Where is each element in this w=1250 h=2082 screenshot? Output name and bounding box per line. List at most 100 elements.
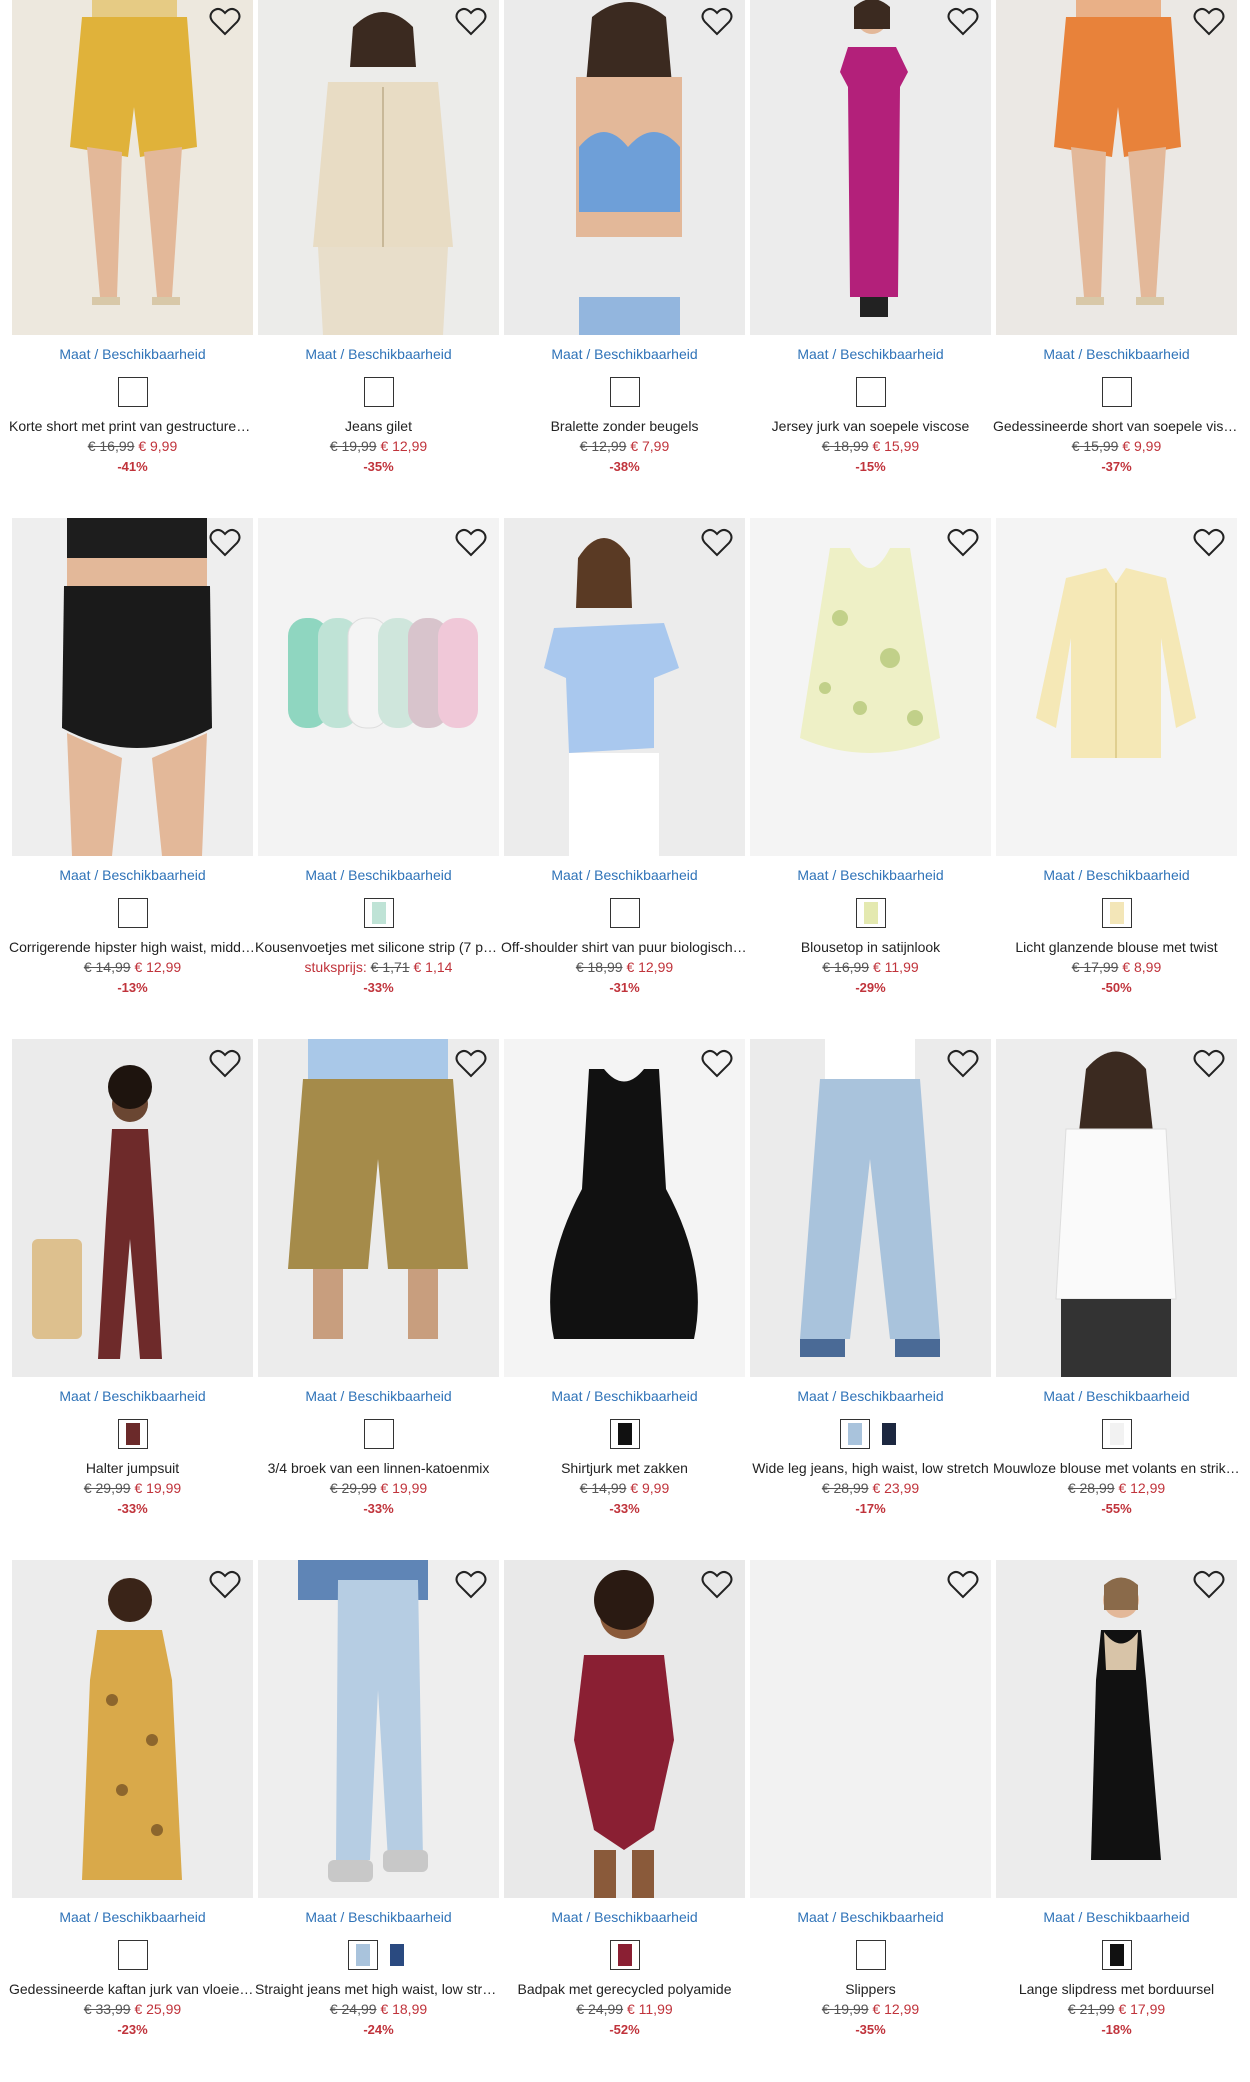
- size-availability-link[interactable]: Maat / Beschikbaarheid: [258, 346, 499, 362]
- product-image[interactable]: [12, 1039, 253, 1377]
- size-availability-link[interactable]: Maat / Beschikbaarheid: [504, 1909, 745, 1925]
- color-swatch[interactable]: [609, 898, 640, 928]
- size-availability-link[interactable]: Maat / Beschikbaarheid: [12, 1909, 253, 1925]
- size-availability-link[interactable]: Maat / Beschikbaarheid: [996, 346, 1237, 362]
- product-name[interactable]: Blousetop in satijnlook: [747, 939, 994, 955]
- product-name[interactable]: Off-shoulder shirt van puur biologisch k…: [501, 939, 748, 955]
- color-swatch[interactable]: [839, 1419, 870, 1449]
- product-name[interactable]: Gedessineerde kaftan jurk van vloeiende …: [9, 1981, 256, 1997]
- wishlist-heart-icon[interactable]: [209, 1570, 241, 1600]
- product-name[interactable]: Korte short met print van gestructureerd…: [9, 418, 256, 434]
- product-card[interactable]: Maat / Beschikbaarheid Kousenvoetjes met …: [255, 518, 502, 1008]
- size-availability-link[interactable]: Maat / Beschikbaarheid: [12, 1388, 253, 1404]
- wishlist-heart-icon[interactable]: [947, 1570, 979, 1600]
- color-swatch[interactable]: [855, 1940, 886, 1970]
- product-name[interactable]: Jersey jurk van soepele viscose: [747, 418, 994, 434]
- size-availability-link[interactable]: Maat / Beschikbaarheid: [750, 1388, 991, 1404]
- product-image[interactable]: [996, 518, 1237, 856]
- product-card[interactable]: Maat / Beschikbaarheid Blousetop in satij…: [750, 518, 991, 1008]
- size-availability-link[interactable]: Maat / Beschikbaarheid: [750, 1909, 991, 1925]
- product-name[interactable]: Wide leg jeans, high waist, low stretch: [747, 1460, 994, 1476]
- product-image[interactable]: [996, 1039, 1237, 1377]
- size-availability-link[interactable]: Maat / Beschikbaarheid: [258, 867, 499, 883]
- color-swatch[interactable]: [363, 1419, 394, 1449]
- product-card[interactable]: Maat / Beschikbaarheid Jeans gilet € 19,99…: [258, 0, 499, 487]
- product-card[interactable]: Maat / Beschikbaarheid Shirtjurk met zakk…: [504, 1039, 745, 1529]
- product-image[interactable]: [12, 0, 253, 335]
- color-swatch[interactable]: [609, 377, 640, 407]
- size-availability-link[interactable]: Maat / Beschikbaarheid: [750, 346, 991, 362]
- size-availability-link[interactable]: Maat / Beschikbaarheid: [504, 867, 745, 883]
- wishlist-heart-icon[interactable]: [947, 1049, 979, 1079]
- color-swatch[interactable]: [609, 1940, 640, 1970]
- product-name[interactable]: Corrigerende hipster high waist, middels…: [9, 939, 256, 955]
- product-name[interactable]: Gedessineerde short van soepele viscose: [993, 418, 1240, 434]
- wishlist-heart-icon[interactable]: [947, 528, 979, 558]
- size-availability-link[interactable]: Maat / Beschikbaarheid: [750, 867, 991, 883]
- size-availability-link[interactable]: Maat / Beschikbaarheid: [504, 1388, 745, 1404]
- product-card[interactable]: Maat / Beschikbaarheid Corrigerende hipst…: [9, 518, 256, 1008]
- wishlist-heart-icon[interactable]: [1193, 7, 1225, 37]
- wishlist-heart-icon[interactable]: [455, 1049, 487, 1079]
- product-image[interactable]: [258, 1560, 499, 1898]
- color-swatch[interactable]: [347, 1940, 378, 1970]
- size-availability-link[interactable]: Maat / Beschikbaarheid: [12, 867, 253, 883]
- color-swatch[interactable]: [609, 1419, 640, 1449]
- size-availability-link[interactable]: Maat / Beschikbaarheid: [258, 1909, 499, 1925]
- color-swatch[interactable]: [363, 898, 394, 928]
- product-card[interactable]: Maat / Beschikbaarheid Jersey jurk van so…: [750, 0, 991, 487]
- product-name[interactable]: Kousenvoetjes met silicone strip (7 paar…: [255, 939, 502, 955]
- wishlist-heart-icon[interactable]: [701, 7, 733, 37]
- wishlist-heart-icon[interactable]: [455, 1570, 487, 1600]
- product-name[interactable]: Halter jumpsuit: [9, 1460, 256, 1476]
- product-card[interactable]: Maat / Beschikbaarheid Straight jeans met…: [255, 1560, 502, 2050]
- size-availability-link[interactable]: Maat / Beschikbaarheid: [504, 346, 745, 362]
- product-card[interactable]: Maat / Beschikbaarheid Lange slipdress me…: [996, 1560, 1237, 2050]
- product-image[interactable]: [750, 0, 991, 335]
- product-card[interactable]: Maat / Beschikbaarheid Licht glanzende bl…: [996, 518, 1237, 1008]
- wishlist-heart-icon[interactable]: [209, 528, 241, 558]
- product-image[interactable]: [504, 1560, 745, 1898]
- wishlist-heart-icon[interactable]: [1193, 528, 1225, 558]
- product-name[interactable]: 3/4 broek van een linnen-katoenmix: [255, 1460, 502, 1476]
- product-card[interactable]: Maat / Beschikbaarheid Mouwloze blouse me…: [993, 1039, 1240, 1529]
- size-availability-link[interactable]: Maat / Beschikbaarheid: [996, 1388, 1237, 1404]
- product-name[interactable]: Mouwloze blouse met volants en strikband…: [993, 1460, 1240, 1476]
- wishlist-heart-icon[interactable]: [209, 1049, 241, 1079]
- wishlist-heart-icon[interactable]: [701, 1570, 733, 1600]
- color-swatch[interactable]: [383, 1942, 410, 1968]
- wishlist-heart-icon[interactable]: [701, 1049, 733, 1079]
- color-swatch[interactable]: [117, 898, 148, 928]
- color-swatch[interactable]: [875, 1421, 902, 1447]
- wishlist-heart-icon[interactable]: [1193, 1049, 1225, 1079]
- product-name[interactable]: Straight jeans met high waist, low stret…: [255, 1981, 502, 1997]
- product-image[interactable]: [750, 1560, 991, 1898]
- size-availability-link[interactable]: Maat / Beschikbaarheid: [996, 1909, 1237, 1925]
- wishlist-heart-icon[interactable]: [701, 528, 733, 558]
- wishlist-heart-icon[interactable]: [455, 7, 487, 37]
- color-swatch[interactable]: [1101, 1419, 1132, 1449]
- product-name[interactable]: Licht glanzende blouse met twist: [993, 939, 1240, 955]
- product-image[interactable]: [12, 518, 253, 856]
- color-swatch[interactable]: [1101, 377, 1132, 407]
- color-swatch[interactable]: [1101, 898, 1132, 928]
- product-card[interactable]: Maat / Beschikbaarheid Bralette zonder be…: [504, 0, 745, 487]
- product-image[interactable]: [504, 518, 745, 856]
- color-swatch[interactable]: [117, 1419, 148, 1449]
- product-card[interactable]: Maat / Beschikbaarheid Wide leg jeans, hi…: [750, 1039, 991, 1529]
- product-card[interactable]: Maat / Beschikbaarheid Gedessineerde kaft…: [9, 1560, 256, 2050]
- product-card[interactable]: Maat / Beschikbaarheid Slippers € 19,99 € …: [750, 1560, 991, 2050]
- product-card[interactable]: Maat / Beschikbaarheid Gedessineerde shor…: [993, 0, 1240, 487]
- wishlist-heart-icon[interactable]: [455, 528, 487, 558]
- product-card[interactable]: Maat / Beschikbaarheid Badpak met gerecyc…: [504, 1560, 745, 2050]
- product-name[interactable]: Shirtjurk met zakken: [501, 1460, 748, 1476]
- color-swatch[interactable]: [117, 377, 148, 407]
- size-availability-link[interactable]: Maat / Beschikbaarheid: [258, 1388, 499, 1404]
- product-image[interactable]: [750, 1039, 991, 1377]
- color-swatch[interactable]: [855, 898, 886, 928]
- product-name[interactable]: Jeans gilet: [255, 418, 502, 434]
- color-swatch[interactable]: [1101, 1940, 1132, 1970]
- product-card[interactable]: Maat / Beschikbaarheid Halter jumpsuit € 2…: [12, 1039, 253, 1529]
- color-swatch[interactable]: [117, 1940, 148, 1970]
- product-image[interactable]: [258, 0, 499, 335]
